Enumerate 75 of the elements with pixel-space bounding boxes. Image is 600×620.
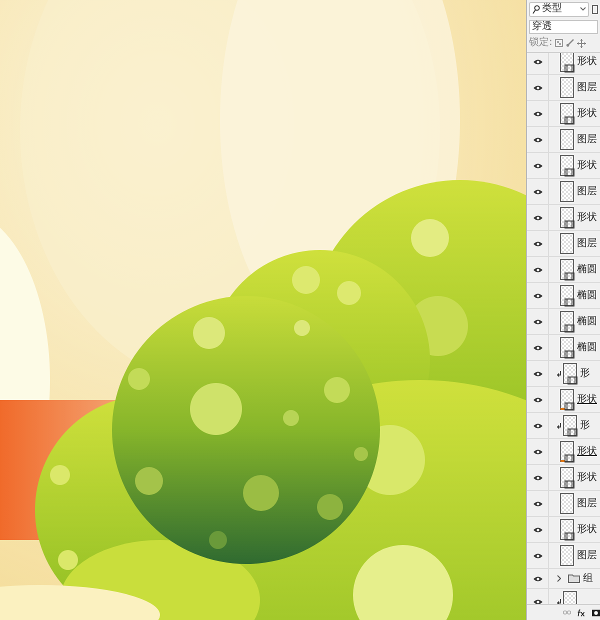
layer-name[interactable]: 图层 — [577, 550, 597, 560]
layer-thumbnail — [560, 154, 575, 176]
layer-thumbnail — [563, 362, 578, 384]
layer-thumbnail — [560, 232, 575, 254]
search-icon — [532, 4, 540, 14]
layer-thumbnail — [560, 258, 575, 280]
layer-name[interactable]: 组 — [583, 574, 593, 584]
eye-icon[interactable] — [532, 58, 542, 64]
layer-thumbnail — [560, 76, 575, 98]
eye-icon[interactable] — [532, 162, 542, 168]
eye-icon[interactable] — [532, 448, 542, 454]
layer-name[interactable]: 形状 — [577, 446, 597, 456]
layer-thumbnail — [560, 518, 575, 540]
caret-icon — [580, 7, 586, 11]
layer-thumbnail — [560, 53, 575, 72]
eye-icon[interactable] — [532, 370, 542, 376]
blend-mode-dropdown[interactable]: 穿透 — [529, 20, 598, 34]
layer-name[interactable]: 图层 — [577, 134, 597, 144]
layer-name[interactable]: 形 — [580, 420, 590, 430]
lock-label: 锁定: — [529, 38, 552, 48]
layer-name[interactable]: 图层 — [577, 238, 597, 248]
filter-toggle-icon[interactable] — [592, 4, 598, 14]
move-icon[interactable] — [577, 38, 586, 48]
eye-icon[interactable] — [532, 84, 542, 90]
layer-name[interactable]: 椭圆 — [577, 290, 597, 300]
layer-thumbnail — [560, 102, 575, 124]
folder-icon — [568, 574, 580, 583]
eye-icon[interactable] — [532, 110, 542, 116]
eye-icon[interactable] — [532, 422, 542, 428]
layer-thumbnail — [560, 492, 575, 514]
layer-name[interactable]: 形状 — [577, 108, 597, 118]
fx-icon[interactable] — [577, 608, 586, 618]
layer-name[interactable]: 形状 — [577, 524, 597, 534]
eye-icon[interactable] — [532, 396, 542, 402]
filter-value: 类型 — [542, 4, 562, 14]
eye-icon[interactable] — [532, 292, 542, 298]
eye-icon[interactable] — [532, 240, 542, 246]
layer-thumbnail — [563, 414, 578, 436]
layer-name[interactable]: 形状 — [577, 472, 597, 482]
layer-name[interactable]: 图层 — [577, 498, 597, 508]
layer-name[interactable]: 图层 — [577, 82, 597, 92]
layer-name[interactable]: 椭圆 — [577, 342, 597, 352]
layer-name[interactable]: 形状 — [577, 394, 597, 404]
layer-name[interactable]: 形状 — [577, 56, 597, 66]
eye-icon[interactable] — [532, 526, 542, 532]
mask-icon[interactable] — [592, 608, 600, 616]
brush-icon[interactable] — [566, 39, 574, 47]
layer-name[interactable]: 形 — [580, 368, 590, 378]
layer-thumbnail — [560, 466, 575, 488]
layer-name[interactable]: 椭圆 — [577, 316, 597, 326]
layer-thumbnail — [560, 440, 575, 462]
layer-thumbnail — [560, 206, 575, 228]
eye-icon[interactable] — [532, 500, 542, 506]
layer-name[interactable]: 图层 — [577, 186, 597, 196]
layer-thumbnail — [560, 336, 575, 358]
filter-dropdown[interactable]: 类型 — [529, 2, 589, 16]
eye-icon[interactable] — [532, 474, 542, 480]
layer-thumbnail — [560, 388, 575, 410]
eye-icon[interactable] — [532, 576, 542, 582]
layer-name[interactable]: 形状 — [577, 160, 597, 170]
layer-thumbnail — [560, 284, 575, 306]
layer-name[interactable]: 形状 — [577, 212, 597, 222]
layer-thumbnail — [560, 310, 575, 332]
eye-icon[interactable] — [532, 344, 542, 350]
layer-thumbnail — [560, 544, 575, 566]
layer-thumbnail — [560, 128, 575, 150]
eye-icon[interactable] — [532, 552, 542, 558]
layer-thumbnail — [560, 180, 575, 202]
eye-icon[interactable] — [532, 214, 542, 220]
eye-icon[interactable] — [532, 318, 542, 324]
eye-icon[interactable] — [532, 136, 542, 142]
layer-name[interactable]: 椭圆 — [577, 264, 597, 274]
eye-icon[interactable] — [532, 598, 542, 604]
eye-icon[interactable] — [532, 266, 542, 272]
eye-icon[interactable] — [532, 188, 542, 194]
